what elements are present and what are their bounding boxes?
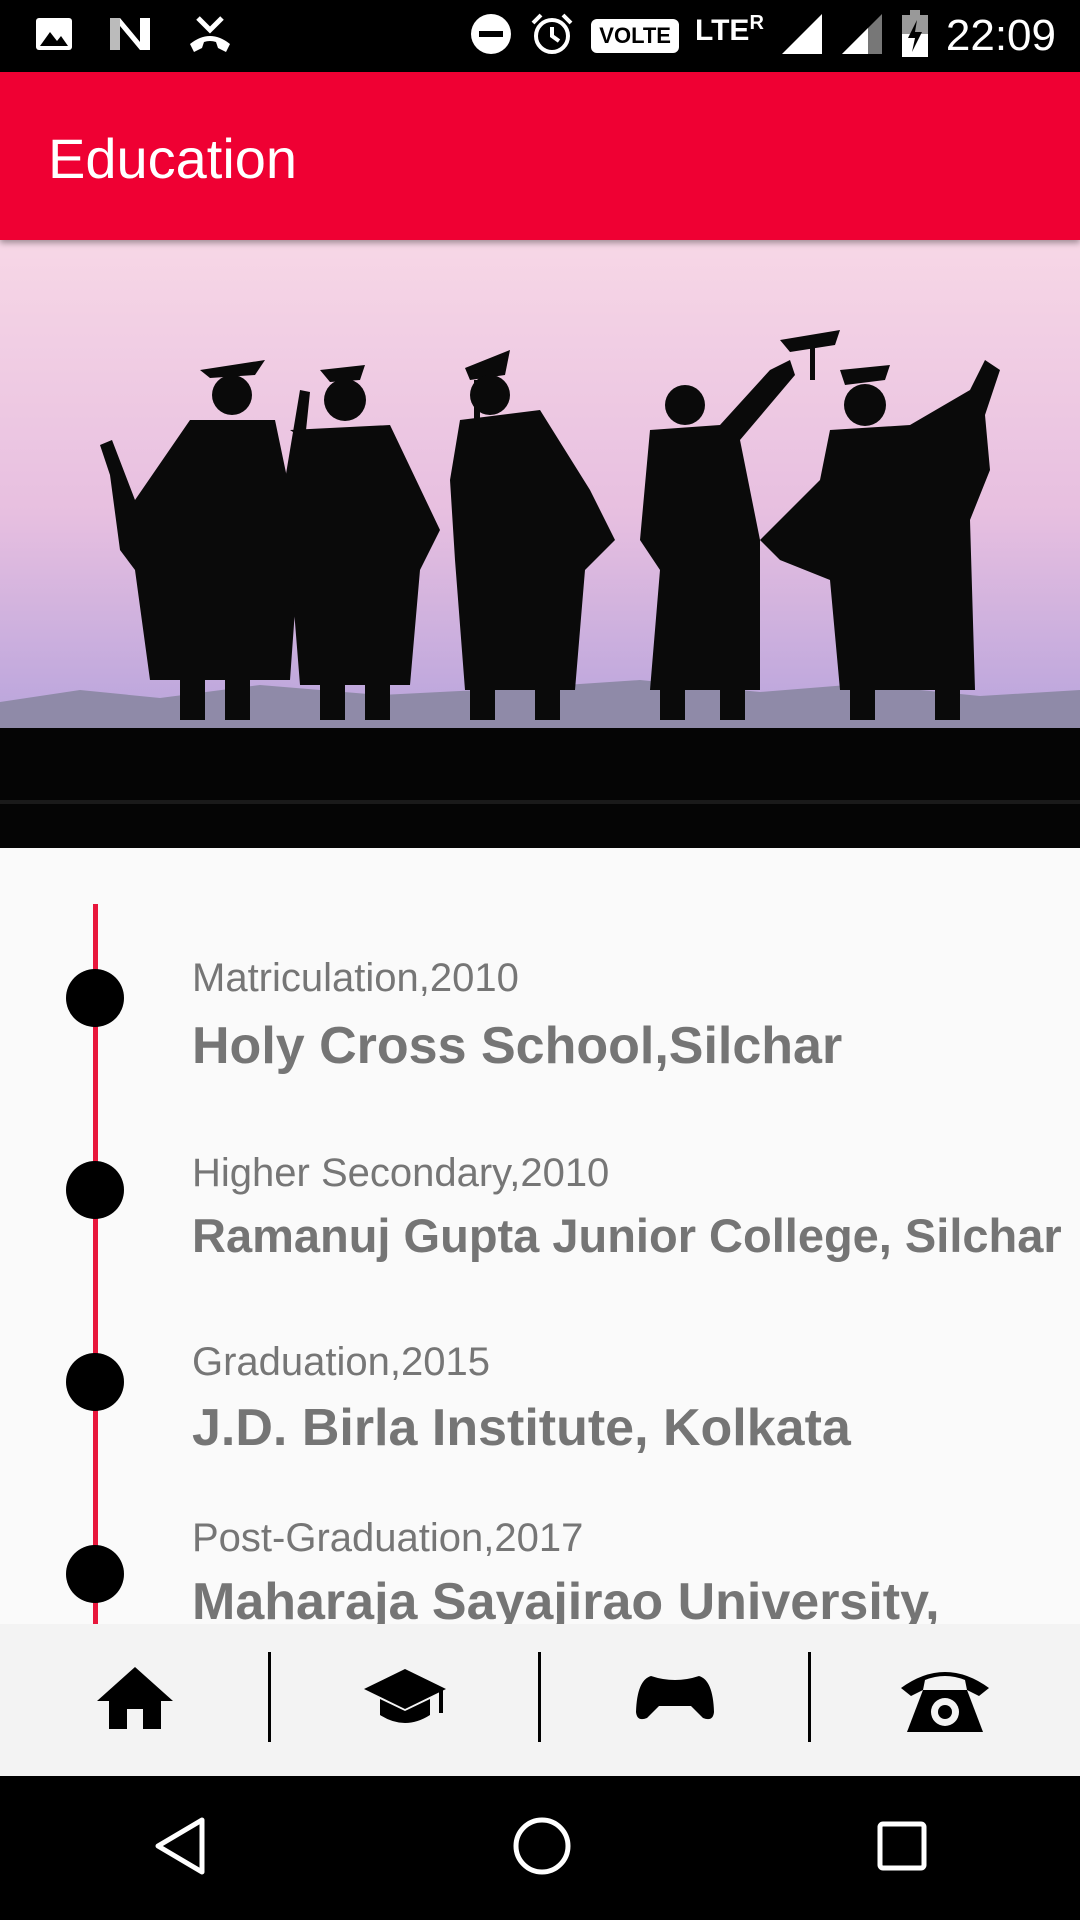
timeline-item-subtitle: Graduation,2015 — [192, 1340, 491, 1384]
bottom-navigation — [0, 1624, 1080, 1776]
gamepad-icon — [635, 1672, 715, 1728]
battery-charging-icon — [900, 10, 930, 62]
status-left-icons — [34, 12, 234, 60]
volte-badge: VOLTE — [591, 19, 679, 53]
timeline-dot — [66, 1161, 124, 1219]
status-right-icons: VOLTE LTER 22:09 — [469, 8, 1056, 64]
timeline-dot — [66, 969, 124, 1027]
timeline-item-title: Ramanuj Gupta Junior College, Silchar — [192, 1209, 1062, 1262]
graduation-cap-icon — [362, 1665, 448, 1735]
page-title: Education — [48, 127, 298, 190]
graduation-hero-image — [0, 240, 1080, 848]
app-bar: Education — [0, 72, 1080, 240]
n-icon — [108, 14, 152, 58]
back-icon[interactable] — [152, 1816, 208, 1880]
telephone-icon — [897, 1660, 993, 1740]
timeline-item-subtitle: Post-Graduation,2017 — [192, 1516, 584, 1560]
timeline-dot — [66, 1545, 124, 1603]
missed-call-icon — [186, 12, 234, 60]
timeline-item-title: Maharaja Sayajirao University, — [192, 1573, 940, 1624]
lte-label: LTER — [695, 12, 764, 48]
graduates-silhouette-illustration — [0, 240, 1080, 848]
timeline-item-title: Holy Cross School,Silchar — [192, 1017, 843, 1075]
nav-contact-button[interactable] — [810, 1624, 1080, 1776]
system-navigation-bar — [0, 1776, 1080, 1920]
nav-games-button[interactable] — [540, 1624, 811, 1776]
status-time: 22:09 — [945, 11, 1056, 60]
timeline-item-title: J.D. Birla Institute, Kolkata — [192, 1399, 851, 1457]
do-not-disturb-icon — [469, 12, 513, 60]
signal-icon — [840, 12, 884, 60]
education-timeline: Matriculation,2010 Holy Cross School,Sil… — [0, 848, 1080, 1624]
nav-home-button[interactable] — [0, 1624, 271, 1776]
image-icon — [34, 14, 74, 58]
timeline-dot — [66, 1353, 124, 1411]
recents-icon[interactable] — [876, 1820, 928, 1876]
roaming-indicator: R — [749, 12, 764, 34]
lte-text: LTE — [695, 14, 750, 47]
signal-icon — [780, 12, 824, 60]
timeline-item-subtitle: Higher Secondary,2010 — [192, 1151, 610, 1195]
timeline-item-subtitle: Matriculation,2010 — [192, 956, 519, 1000]
status-bar: VOLTE LTER 22:09 — [0, 0, 1080, 72]
alarm-icon — [529, 11, 575, 61]
home-circle-icon[interactable] — [512, 1816, 572, 1880]
nav-education-button[interactable] — [270, 1624, 541, 1776]
home-icon — [95, 1663, 175, 1737]
